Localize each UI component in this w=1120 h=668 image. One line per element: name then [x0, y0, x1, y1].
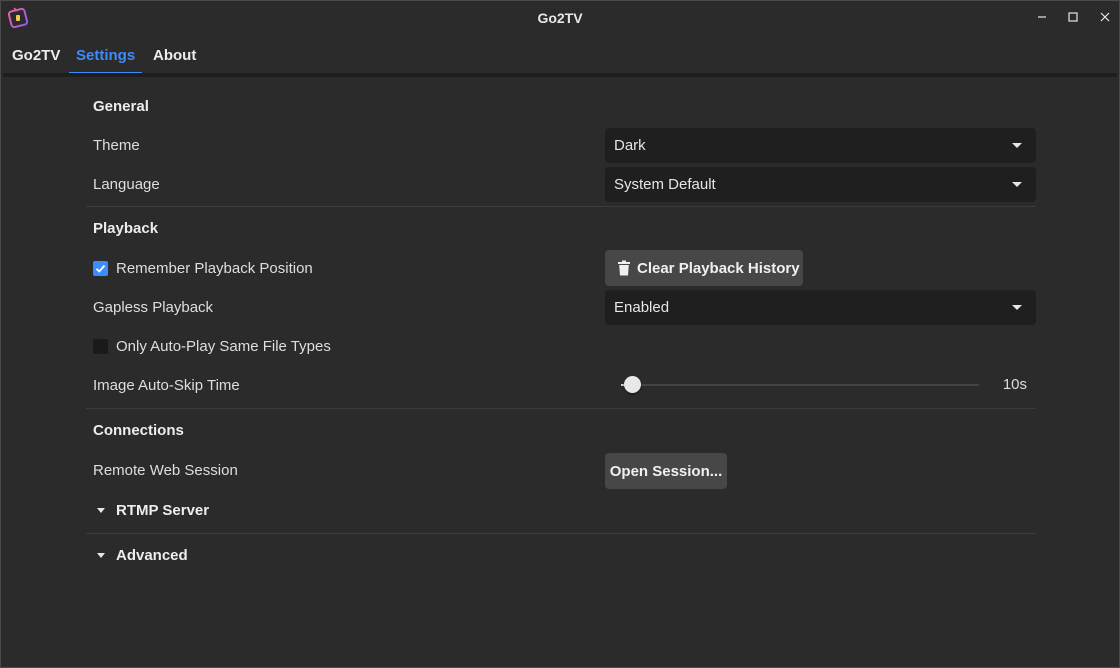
title-bar[interactable]: Go2TV: [1, 1, 1119, 35]
same-file-types-label[interactable]: Only Auto-Play Same File Types: [116, 338, 331, 355]
chevron-down-icon: [97, 508, 105, 513]
tab-bar: Go2TV Settings About: [1, 39, 1119, 75]
tab-go2tv[interactable]: Go2TV: [12, 47, 60, 64]
remote-session-label: Remote Web Session: [93, 462, 238, 479]
chevron-down-icon: [1012, 182, 1022, 187]
rtmp-server-label: RTMP Server: [116, 502, 210, 519]
minimize-button[interactable]: [1031, 7, 1053, 27]
maximize-icon: [1068, 12, 1078, 22]
auto-skip-slider-thumb[interactable]: [623, 376, 641, 393]
remember-position-checkbox[interactable]: [93, 261, 108, 276]
checkmark-icon: [95, 264, 106, 273]
gapless-label: Gapless Playback: [93, 299, 214, 316]
close-icon: [1100, 12, 1110, 22]
rtmp-server-expander[interactable]: RTMP Server: [97, 502, 209, 519]
chevron-down-icon: [1012, 305, 1022, 310]
minimize-icon: [1038, 16, 1046, 18]
app-window: Go2TV Go2TV Settings About General Theme…: [0, 0, 1120, 668]
theme-select-value: Dark: [614, 137, 646, 154]
open-session-button[interactable]: Open Session...: [605, 453, 727, 489]
gapless-select[interactable]: Enabled: [605, 290, 1036, 325]
clear-history-button[interactable]: Clear Playback History: [605, 250, 803, 286]
tab-settings[interactable]: Settings: [76, 47, 135, 64]
window-title: Go2TV: [537, 10, 583, 26]
auto-skip-label: Image Auto-Skip Time: [93, 377, 240, 394]
theme-label: Theme: [93, 137, 140, 154]
advanced-expander[interactable]: Advanced: [97, 547, 188, 564]
maximize-button[interactable]: [1062, 7, 1084, 27]
auto-skip-slider[interactable]: [621, 384, 979, 386]
section-divider: [86, 206, 1036, 207]
theme-select[interactable]: Dark: [605, 128, 1036, 163]
chevron-down-icon: [97, 553, 105, 558]
language-label: Language: [93, 176, 160, 193]
same-file-types-checkbox[interactable]: [93, 339, 108, 354]
section-playback-title: Playback: [93, 220, 159, 237]
section-divider: [86, 533, 1036, 534]
clear-history-label: Clear Playback History: [637, 259, 800, 277]
section-general-title: General: [93, 98, 149, 115]
remember-position-label[interactable]: Remember Playback Position: [116, 260, 313, 277]
trash-icon: [618, 260, 630, 276]
gapless-select-value: Enabled: [614, 299, 670, 316]
settings-panel: General Theme Dark Language System Defau…: [1, 77, 1119, 667]
language-select[interactable]: System Default: [605, 167, 1036, 202]
close-button[interactable]: [1094, 7, 1116, 27]
section-connections-title: Connections: [93, 422, 184, 439]
section-divider: [86, 408, 1036, 409]
chevron-down-icon: [1012, 143, 1022, 148]
advanced-label: Advanced: [116, 547, 188, 564]
tab-about[interactable]: About: [153, 47, 196, 64]
auto-skip-value: 10s: [1002, 376, 1027, 393]
language-select-value: System Default: [614, 176, 716, 193]
